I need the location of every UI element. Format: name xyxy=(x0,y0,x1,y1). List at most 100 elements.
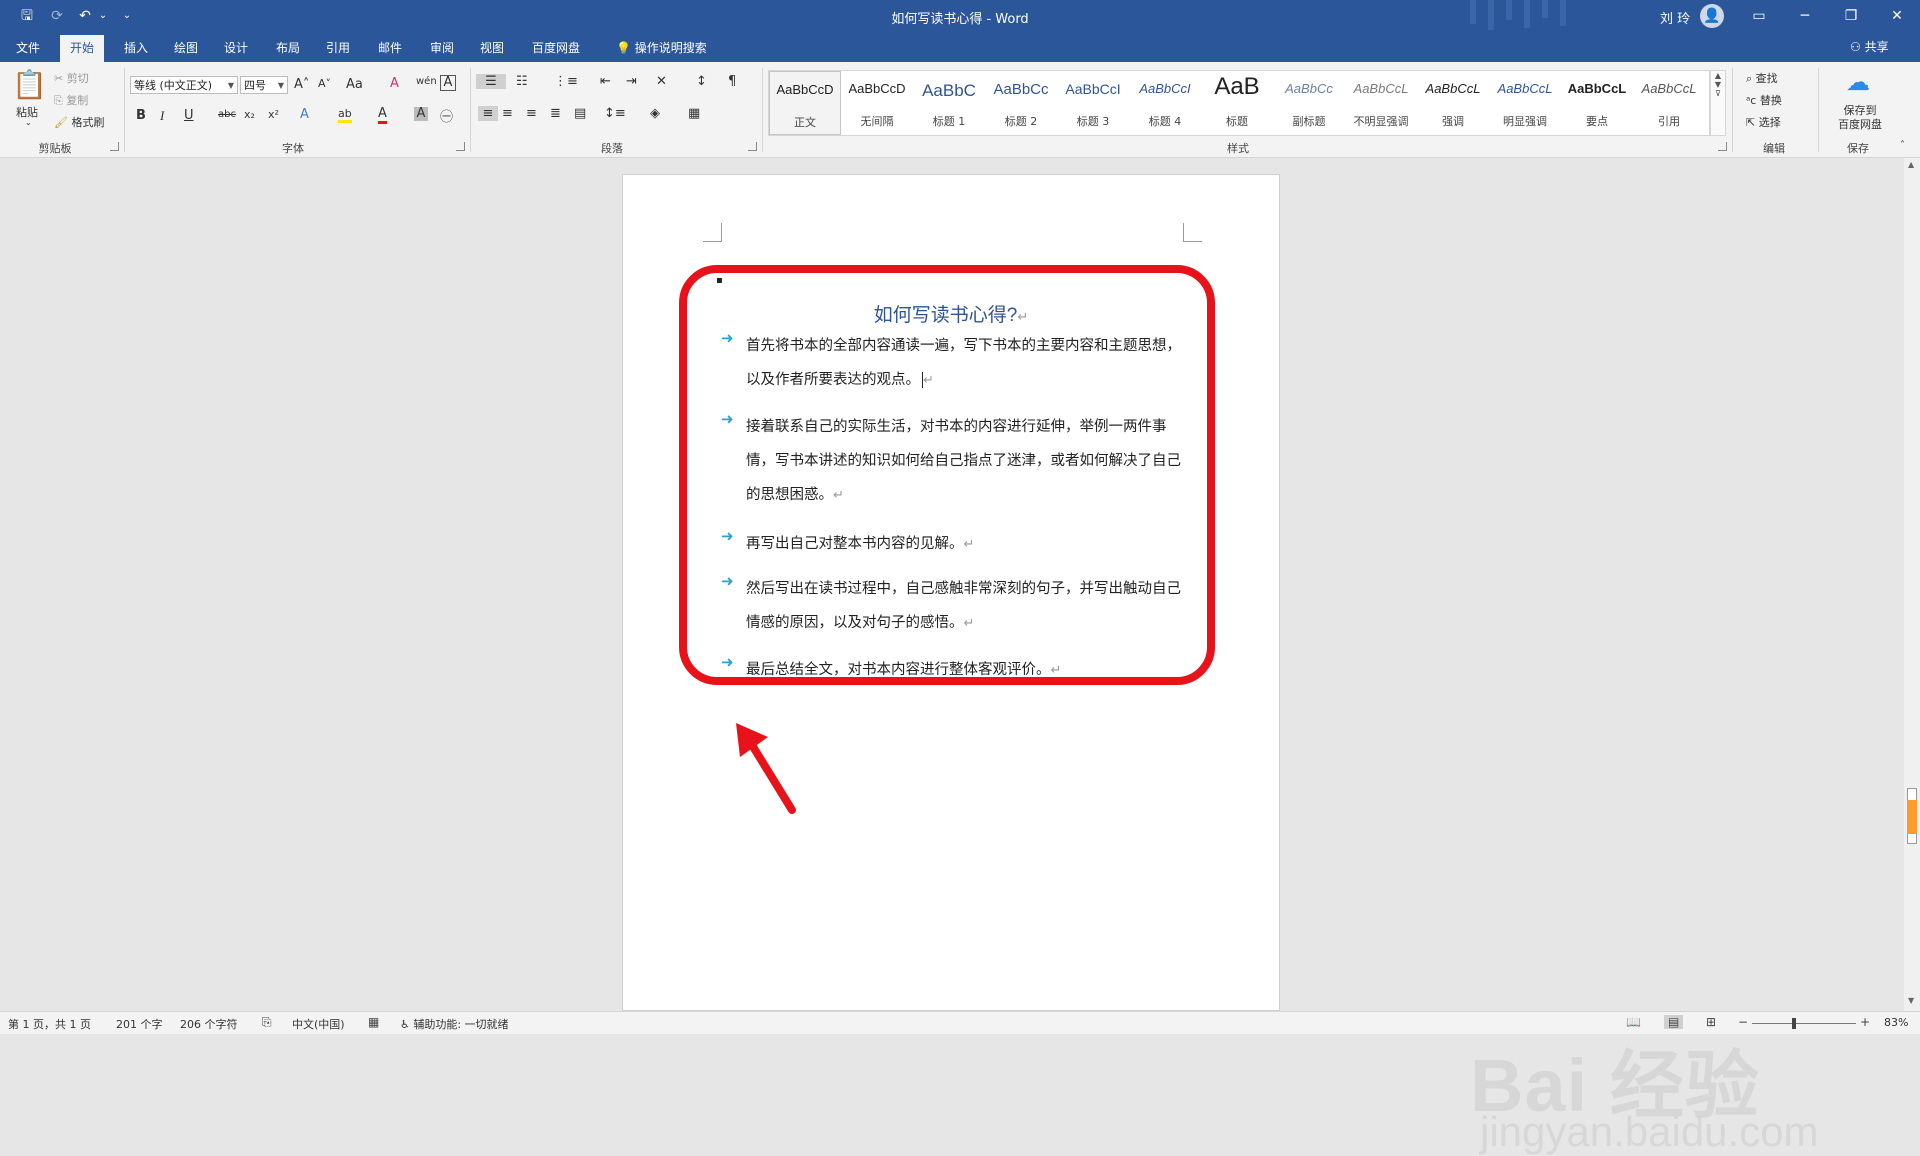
style-gallery-item[interactable]: AaBbCcL 不明显强调 xyxy=(1345,71,1417,135)
grow-font-icon[interactable]: A˄ xyxy=(294,77,309,92)
phonetic-guide-icon[interactable]: wén xyxy=(416,76,437,87)
superscript-icon[interactable]: x² xyxy=(268,108,279,121)
zoom-in-icon[interactable]: + xyxy=(1860,1015,1870,1029)
scroll-up-icon[interactable]: ▲ xyxy=(1908,160,1914,169)
language-indicator[interactable]: 中文(中国) xyxy=(292,1016,345,1032)
bullets-icon[interactable]: ☰ xyxy=(476,74,506,89)
text-highlight-icon[interactable]: ab xyxy=(338,107,352,123)
shading-icon[interactable]: ◈ xyxy=(650,106,660,121)
macro-record-icon[interactable]: ▦ xyxy=(368,1015,379,1029)
style-gallery-item[interactable]: AaBbCcI 标题 4 xyxy=(1129,71,1201,135)
font-color-icon[interactable]: A xyxy=(378,106,387,124)
style-gallery-item[interactable]: AaB 标题 xyxy=(1201,71,1273,135)
find-button[interactable]: ⌕ 查找 xyxy=(1746,70,1778,86)
tab-references[interactable]: 引用 xyxy=(316,35,360,62)
character-border-icon[interactable]: A xyxy=(440,75,456,91)
style-gallery-item[interactable]: AaBbCcI 标题 3 xyxy=(1057,71,1129,135)
copy-button[interactable]: ⎘ 复制 xyxy=(54,92,88,108)
vertical-scrollbar[interactable]: ▲ ▼ xyxy=(1904,158,1920,1011)
minimize-icon[interactable]: ─ xyxy=(1782,0,1828,32)
numbering-icon[interactable]: ☷ xyxy=(516,74,528,89)
read-mode-icon[interactable]: 📖 xyxy=(1626,1015,1641,1029)
decrease-indent-icon[interactable]: ⇤ xyxy=(600,74,611,89)
tab-view[interactable]: 视图 xyxy=(470,35,514,62)
tab-review[interactable]: 审阅 xyxy=(420,35,464,62)
align-right-icon[interactable]: ≡ xyxy=(526,106,537,121)
zoom-slider-thumb[interactable] xyxy=(1792,1018,1797,1029)
zoom-level[interactable]: 83% xyxy=(1884,1016,1908,1029)
style-gallery-item[interactable]: AaBbCcL 要点 xyxy=(1561,71,1633,135)
line-spacing-icon[interactable]: ↕≡ xyxy=(604,106,626,121)
collapse-ribbon-icon[interactable]: ˄ xyxy=(1900,140,1905,151)
tab-insert[interactable]: 插入 xyxy=(114,35,158,62)
proofing-icon[interactable]: ⎘ xyxy=(262,1015,272,1030)
font-launcher-icon[interactable] xyxy=(456,142,465,151)
style-gallery-item[interactable]: AaBbCcL 明显强调 xyxy=(1489,71,1561,135)
replace-button[interactable]: ᵃc 替换 xyxy=(1746,92,1782,108)
paragraph-launcher-icon[interactable] xyxy=(748,142,757,151)
style-gallery-item[interactable]: AaBbCcL 引用 xyxy=(1633,71,1705,135)
style-gallery-item[interactable]: AaBbCcD 无间隔 xyxy=(841,71,913,135)
styles-launcher-icon[interactable] xyxy=(1718,142,1727,151)
avatar-icon[interactable]: 👤 xyxy=(1700,4,1724,28)
underline-icon[interactable]: U xyxy=(184,108,194,123)
tab-layout[interactable]: 布局 xyxy=(266,35,310,62)
sort-icon[interactable]: ↕ xyxy=(696,74,707,89)
zoom-out-icon[interactable]: − xyxy=(1738,1015,1748,1029)
baidu-netdisk-icon[interactable]: ☁ xyxy=(1840,68,1876,96)
align-left-icon[interactable]: ≡ xyxy=(478,106,498,121)
ribbon-display-options-icon[interactable]: ▭ xyxy=(1736,0,1782,32)
style-gallery-item[interactable]: AaBbCcD 正文 xyxy=(769,71,841,135)
close-icon[interactable]: ✕ xyxy=(1874,0,1920,32)
strikethrough-icon[interactable]: abc xyxy=(218,109,236,120)
style-gallery-item[interactable]: AaBbCc 副标题 xyxy=(1273,71,1345,135)
word-count[interactable]: 201 个字 xyxy=(116,1016,163,1032)
character-shading-icon[interactable]: A xyxy=(414,107,428,121)
font-size-dropdown[interactable]: 四号 ▼ xyxy=(240,76,288,94)
bold-icon[interactable]: B xyxy=(136,108,146,123)
italic-icon[interactable]: I xyxy=(160,108,164,124)
tab-draw[interactable]: 绘图 xyxy=(164,35,208,62)
shrink-font-icon[interactable]: A˅ xyxy=(318,77,331,90)
multilevel-list-icon[interactable]: ⋮≡ xyxy=(554,74,578,89)
web-layout-icon[interactable]: ⊞ xyxy=(1706,1015,1716,1029)
zoom-slider[interactable] xyxy=(1752,1023,1856,1024)
styles-gallery-scroll[interactable]: ▲ ▼ ⊽ xyxy=(1710,70,1726,136)
tab-baidu-netdisk[interactable]: 百度网盘 xyxy=(522,35,590,62)
text-effects-icon[interactable]: A xyxy=(300,107,309,122)
select-button[interactable]: ⇱ 选择 xyxy=(1746,114,1781,130)
tab-file[interactable]: 文件 xyxy=(6,35,50,62)
increase-indent-icon[interactable]: ⇥ xyxy=(626,74,637,89)
tab-design[interactable]: 设计 xyxy=(214,35,258,62)
paste-dropdown-icon[interactable]: ⌄ xyxy=(25,118,32,127)
justify-icon[interactable]: ≣ xyxy=(550,106,561,121)
format-painter-button[interactable]: 🖌 格式刷 xyxy=(54,114,104,130)
cut-button[interactable]: ✂ 剪切 xyxy=(54,70,89,86)
distribute-icon[interactable]: ▤ xyxy=(574,106,586,121)
tell-me-search[interactable]: 💡 操作说明搜索 xyxy=(606,35,717,62)
style-gallery-item[interactable]: AaBbCc 标题 2 xyxy=(985,71,1057,135)
clipboard-launcher-icon[interactable] xyxy=(110,142,119,151)
share-button[interactable]: ⚇ 共享 xyxy=(1850,35,1889,59)
scroll-down-icon[interactable]: ▼ xyxy=(1908,996,1914,1005)
style-gallery-item[interactable]: AaBbCcL 强调 xyxy=(1417,71,1489,135)
paste-icon[interactable]: 📋 xyxy=(12,68,47,101)
user-name[interactable]: 刘 玲 xyxy=(1660,8,1690,27)
borders-icon[interactable]: ▦ xyxy=(688,106,700,121)
align-center-icon[interactable]: ≡ xyxy=(502,106,513,121)
subscript-icon[interactable]: x₂ xyxy=(244,108,255,121)
page-count[interactable]: 第 1 页，共 1 页 xyxy=(8,1016,91,1032)
save-to-baidu-button[interactable]: 保存到 百度网盘 xyxy=(1828,104,1892,132)
document-page[interactable]: ▪ 如何写读书心得?↵ ➜ 首先将书本的全部内容通读一遍，写下书本的主要内容和主… xyxy=(622,174,1280,1011)
restore-icon[interactable]: ❐ xyxy=(1828,0,1874,32)
change-case-icon[interactable]: Aa xyxy=(346,77,363,92)
tab-home[interactable]: 开始 xyxy=(60,35,105,62)
print-layout-icon[interactable]: ▤ xyxy=(1664,1015,1684,1029)
chinese-layout-icon[interactable]: ✕ xyxy=(656,74,667,89)
tab-mailings[interactable]: 邮件 xyxy=(368,35,412,62)
accessibility-status[interactable]: ♿ 辅助功能: 一切就绪 xyxy=(400,1016,509,1032)
character-count[interactable]: 206 个字符 xyxy=(180,1016,238,1032)
show-marks-icon[interactable]: ¶ xyxy=(728,74,736,89)
style-gallery-item[interactable]: AaBbC 标题 1 xyxy=(913,71,985,135)
clear-formatting-icon[interactable]: A xyxy=(390,76,399,91)
